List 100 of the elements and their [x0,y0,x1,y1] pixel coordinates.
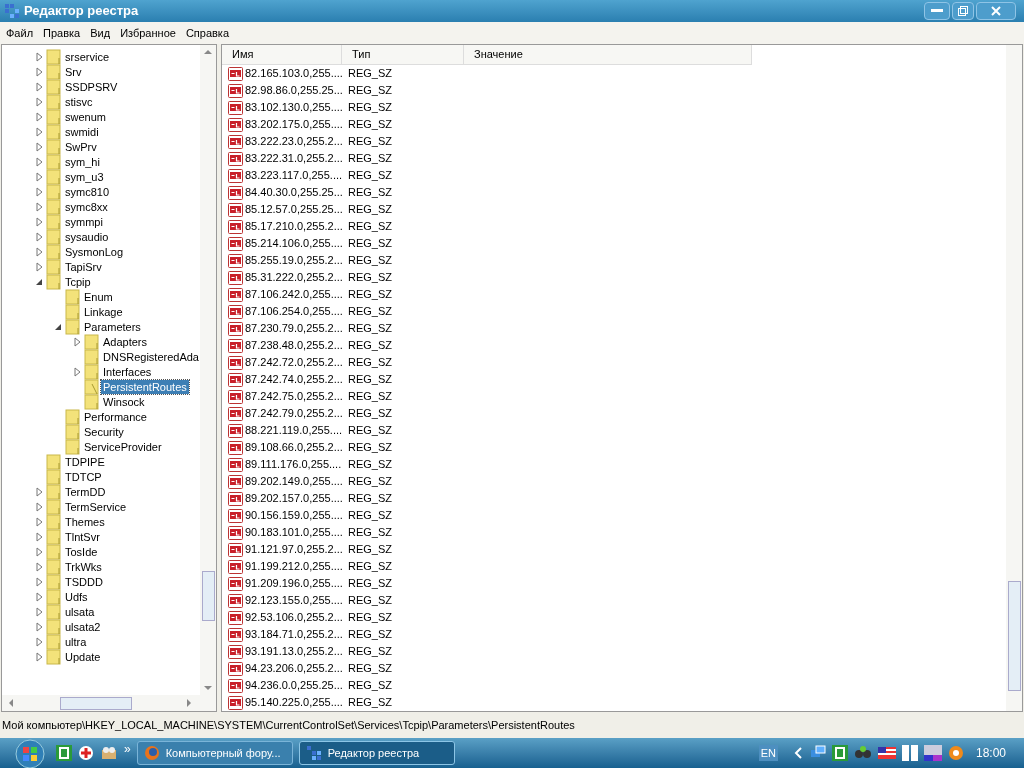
tree-item[interactable]: symmpi [63,214,105,229]
value-name[interactable]: 89.108.66.0,255.2... [245,439,343,456]
close-button[interactable] [976,2,1016,20]
tree-item[interactable]: TermDD [63,484,108,499]
vertical-scrollbar[interactable] [1006,45,1022,711]
tree-item[interactable]: Themes [63,514,107,529]
tree-item[interactable]: Winsock [101,394,147,409]
value-name[interactable]: 87.242.74.0,255.2... [245,371,343,388]
glasses-icon[interactable] [853,745,872,761]
value-name[interactable]: 82.98.86.0,255.25... [245,82,343,99]
vertical-scrollbar[interactable] [200,45,216,695]
tree-item[interactable]: Interfaces [101,364,154,379]
tree-item[interactable]: PersistentRoutes [101,379,189,394]
value-name[interactable]: 93.191.13.0,255.2... [245,643,343,660]
value-name[interactable]: 87.106.242.0,255.... [245,286,343,303]
tree-item[interactable]: Udfs [63,589,90,604]
scrollbar-thumb[interactable] [60,696,132,710]
value-name[interactable]: 83.222.31.0,255.2... [245,150,343,167]
menu-item[interactable]: Справка [180,24,235,42]
collapsed-arrow-icon[interactable] [33,50,45,63]
value-name[interactable]: 89.202.157.0,255.... [245,490,343,507]
tree-item[interactable]: TSDDD [63,574,105,589]
tree-item[interactable]: Security [82,424,126,439]
chevron-left-icon[interactable] [793,747,804,759]
value-name[interactable]: 90.156.159.0,255.... [245,507,343,524]
tree-item[interactable]: TDPIPE [63,454,107,469]
tree-item[interactable]: ultra [63,634,89,649]
taskbar-button[interactable]: Редактор реестра [298,741,455,765]
value-name[interactable]: 91.199.212.0,255.... [245,558,343,575]
restore-button[interactable] [952,2,974,20]
language-indicator[interactable]: EN [758,744,778,762]
collapsed-arrow-icon[interactable] [33,140,45,153]
taskbar-button[interactable]: Компьютерный фору... [136,741,293,765]
tree-item[interactable]: stisvc [63,94,95,109]
value-name[interactable]: 89.111.176.0,255.... [245,456,342,473]
collapsed-arrow-icon[interactable] [33,590,45,603]
value-name[interactable]: 83.102.130.0,255.... [245,99,343,116]
collapsed-arrow-icon[interactable] [33,245,45,258]
value-name[interactable]: 93.184.71.0,255.2... [245,626,343,643]
scrollbar-thumb[interactable] [1007,581,1021,691]
collapsed-arrow-icon[interactable] [33,260,45,273]
tree-item[interactable]: symc8xx [63,199,110,214]
value-name[interactable]: 90.183.101.0,255.... [245,524,343,541]
collapsed-arrow-icon[interactable] [33,650,45,663]
tree-item[interactable]: Performance [82,409,149,424]
tree-item[interactable]: symc810 [63,184,112,199]
value-name[interactable]: 94.236.0.0,255.25... [245,677,343,694]
tree-item[interactable]: TapiSrv [63,259,104,274]
tree-item[interactable]: Tcpip [63,274,93,289]
collapsed-arrow-icon[interactable] [33,110,45,123]
tree-item[interactable]: Adapters [101,334,150,349]
column-header[interactable]: Значение [464,45,752,65]
tree-item[interactable]: TosIde [63,544,100,559]
tree-item[interactable]: ServiceProvider [82,439,164,454]
tree-item[interactable]: sysaudio [63,229,111,244]
collapsed-arrow-icon[interactable] [33,605,45,618]
collapsed-arrow-icon[interactable] [33,515,45,528]
menu-item[interactable]: Вид [85,24,116,42]
tree-item[interactable]: TrkWks [63,559,104,574]
value-name[interactable]: 85.255.19.0,255.2... [245,252,343,269]
tree-item[interactable]: Parameters [82,319,143,334]
tree-item[interactable]: Enum [82,289,115,304]
value-name[interactable]: 94.23.206.0,255.2... [245,660,343,677]
tree-item[interactable]: TermService [63,499,129,514]
tree-item[interactable]: Srv [63,64,84,79]
collapsed-arrow-icon[interactable] [33,530,45,543]
value-name[interactable]: 83.202.175.0,255.... [245,116,343,133]
collapsed-arrow-icon[interactable] [33,185,45,198]
collapsed-arrow-icon[interactable] [33,170,45,183]
value-name[interactable]: 92.53.106.0,255.2... [245,609,343,626]
value-name[interactable]: 87.242.75.0,255.2... [245,388,343,405]
value-name[interactable]: 95.140.225.0,255.... [245,694,343,711]
horizontal-scrollbar[interactable] [2,695,216,711]
value-name[interactable]: 91.121.97.0,255.2... [245,541,343,558]
collapsed-arrow-icon[interactable] [33,545,45,558]
tree-item[interactable]: ulsata2 [63,619,103,634]
tree-item[interactable]: Linkage [82,304,125,319]
value-name[interactable]: 85.214.106.0,255.... [245,235,343,252]
ring-icon[interactable] [947,745,964,761]
torrent-icon[interactable] [831,745,848,761]
value-name[interactable]: 88.221.119.0,255.... [245,422,343,439]
value-name[interactable]: 91.209.196.0,255.... [245,575,343,592]
tree-item[interactable]: TlntSvr [63,529,102,544]
collapsed-arrow-icon[interactable] [33,230,45,243]
collapsed-arrow-icon[interactable] [33,155,45,168]
collapsed-arrow-icon[interactable] [33,635,45,648]
overflow-chevron[interactable]: » [124,740,131,758]
value-name[interactable]: 87.106.254.0,255.... [245,303,343,320]
tree-item[interactable]: SwPrv [63,139,99,154]
torrent-icon[interactable] [56,745,72,761]
collapsed-arrow-icon[interactable] [71,335,83,348]
menu-item[interactable]: Файл [1,24,39,42]
collapsed-arrow-icon[interactable] [33,95,45,108]
collapsed-arrow-icon[interactable] [33,200,45,213]
value-name[interactable]: 84.40.30.0,255.25... [245,184,343,201]
plus-icon[interactable] [78,745,94,761]
scroll-right-arrow-icon[interactable] [184,698,194,708]
value-name[interactable]: 87.238.48.0,255.2... [245,337,343,354]
volume-meter-icon[interactable] [923,745,942,761]
window-icon[interactable] [901,745,918,761]
